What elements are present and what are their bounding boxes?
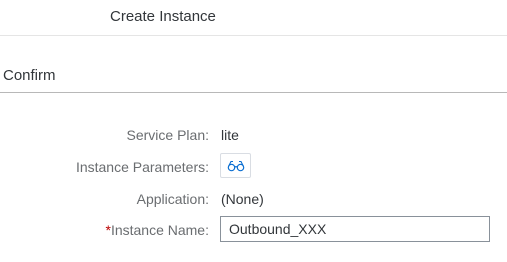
instance-parameters-row: Instance Parameters:	[0, 153, 507, 181]
create-instance-dialog: Create Instance Confirm Service Plan: li…	[0, 0, 507, 262]
service-plan-label: Service Plan:	[126, 127, 209, 143]
instance-name-label-wrapper: *Instance Name:	[105, 222, 209, 238]
view-parameters-button[interactable]	[220, 153, 251, 178]
dialog-title: Create Instance	[110, 8, 216, 25]
dialog-header: Create Instance	[0, 0, 507, 36]
instance-parameters-label: Instance Parameters:	[75, 159, 209, 175]
instance-name-input[interactable]	[220, 216, 490, 242]
glasses-icon	[227, 160, 244, 171]
instance-name-row: *Instance Name:	[0, 216, 507, 244]
application-row: Application: (None)	[0, 185, 507, 213]
application-label: Application:	[136, 191, 209, 207]
service-plan-row: Service Plan: lite	[0, 121, 507, 149]
application-value: (None)	[221, 191, 264, 207]
section-divider	[0, 92, 507, 93]
service-plan-value: lite	[221, 127, 239, 143]
instance-name-label: Instance Name:	[110, 222, 209, 238]
section-title: Confirm	[3, 67, 56, 84]
